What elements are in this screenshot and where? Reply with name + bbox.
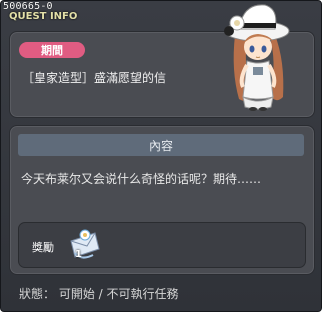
- reward-label: 獎勵: [32, 241, 54, 254]
- quest-name: ［皇家造型］盛滿愿望的信: [22, 71, 167, 85]
- quest-description: 今天布莱尔又会说什么奇怪的话呢？期待……: [21, 172, 262, 186]
- period-badge: 期間: [19, 42, 85, 58]
- content-panel: 內容 今天布莱尔又会说什么奇怪的话呢？期待…… 獎勵 1: [9, 125, 315, 275]
- content-heading: 內容: [18, 134, 304, 156]
- reward-box: 獎勵 1: [18, 222, 306, 268]
- reward-count: 1: [75, 249, 82, 260]
- letter-envelope-icon[interactable]: [65, 227, 103, 263]
- quest-info-window: 500665-0 QUEST INFO 期間 ［皇家造型］盛滿愿望的信 內容 今…: [0, 0, 322, 312]
- window-title: QUEST INFO: [9, 11, 78, 22]
- character-portrait-icon: [224, 4, 290, 111]
- quest-status: 狀態： 可開始 / 不可執行任務: [19, 287, 179, 301]
